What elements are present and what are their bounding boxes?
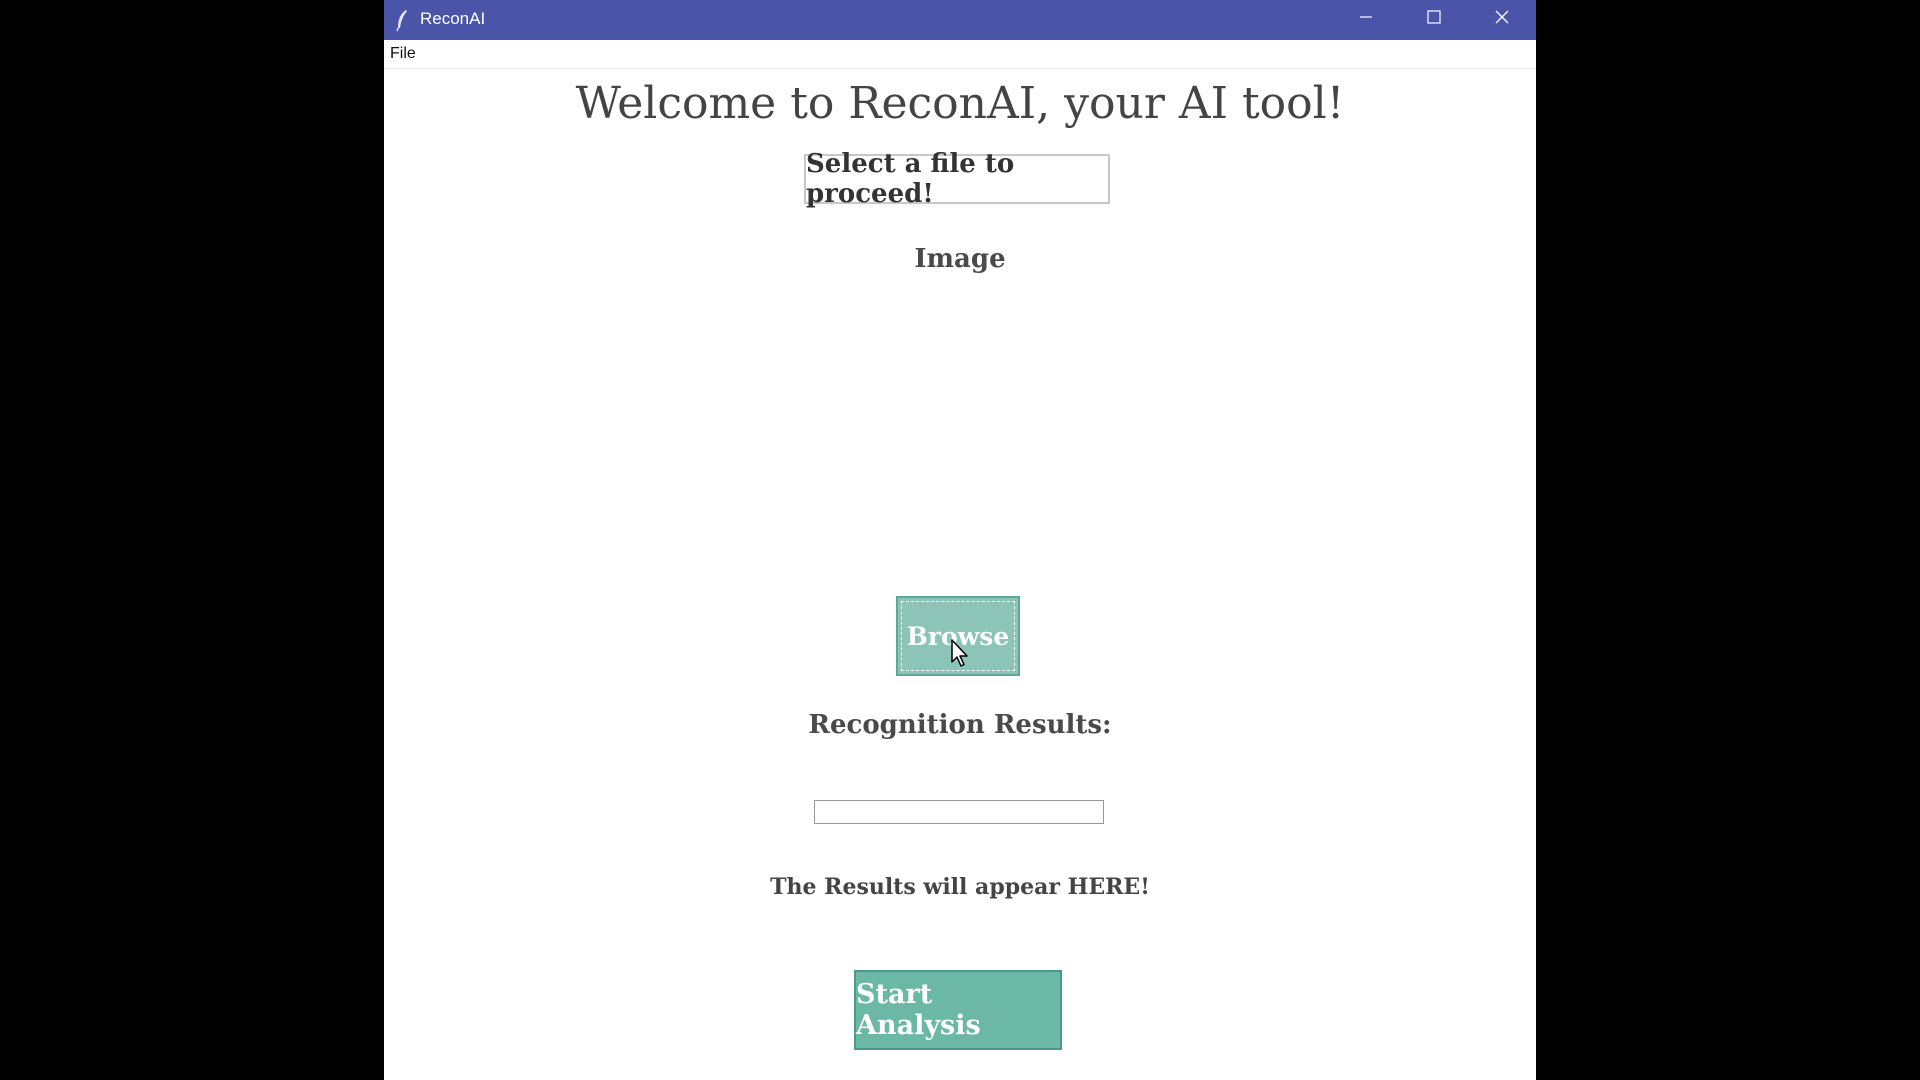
menu-bar: File <box>384 40 1536 69</box>
close-button[interactable] <box>1468 0 1536 36</box>
results-output-text: The Results will appear HERE! <box>770 874 1150 900</box>
maximize-button[interactable] <box>1400 0 1468 36</box>
menu-file[interactable]: File <box>390 40 416 68</box>
recognition-results-label: Recognition Results: <box>808 710 1112 740</box>
start-analysis-button[interactable]: Start Analysis <box>854 970 1062 1050</box>
close-icon <box>1495 9 1509 28</box>
minimize-icon <box>1359 9 1373 28</box>
app-window: ReconAI File Welcome to ReconAI, your AI… <box>384 0 1536 1080</box>
image-label: Image <box>914 244 1006 274</box>
title-bar[interactable]: ReconAI <box>384 0 1536 40</box>
analysis-progress-bar <box>814 800 1104 824</box>
feather-icon <box>394 8 410 32</box>
mouse-cursor-icon <box>950 638 970 668</box>
welcome-heading: Welcome to ReconAI, your AI tool! <box>575 78 1345 129</box>
maximize-icon <box>1427 9 1441 28</box>
select-file-prompt: Select a file to proceed! <box>804 149 1110 209</box>
minimize-button[interactable] <box>1332 0 1400 36</box>
window-title: ReconAI <box>420 9 486 28</box>
